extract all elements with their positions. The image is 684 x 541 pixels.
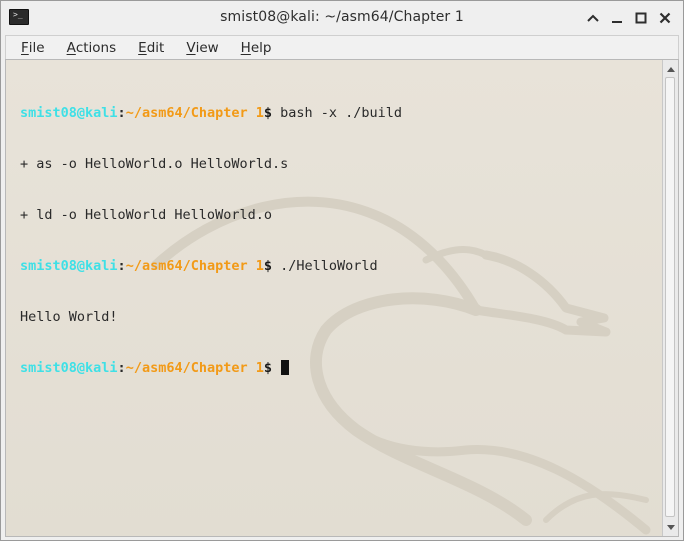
prompt-colon: : <box>117 258 126 274</box>
scroll-down-arrow-icon[interactable] <box>663 520 678 534</box>
text-cursor <box>281 360 290 375</box>
prompt-colon: : <box>117 105 126 121</box>
menu-edit[interactable]: Edit <box>138 40 164 56</box>
prompt-dollar: $ <box>263 258 272 274</box>
terminal-window: >_ smist08@kali: ~/asm64/Chapter 1 File … <box>0 0 684 541</box>
vertical-scrollbar[interactable] <box>662 60 678 536</box>
title-bar[interactable]: >_ smist08@kali: ~/asm64/Chapter 1 <box>1 1 683 35</box>
terminal-line: smist08@kali:~/asm64/Chapter 1$ <box>20 360 660 377</box>
terminal-line: + ld -o HelloWorld HelloWorld.o <box>20 207 272 223</box>
command-text <box>272 360 280 376</box>
prompt-path: ~/asm64/Chapter 1 <box>125 105 264 121</box>
menu-actions[interactable]: Actions <box>67 40 117 56</box>
scroll-up-arrow-icon[interactable] <box>663 62 678 76</box>
window-title: smist08@kali: ~/asm64/Chapter 1 <box>220 9 464 25</box>
menu-view[interactable]: View <box>186 40 218 56</box>
prompt-user-host: smist08@kali <box>20 258 118 274</box>
terminal-line: smist08@kali:~/asm64/Chapter 1$ ./HelloW… <box>20 258 660 275</box>
terminal-line: Hello World! <box>20 309 118 325</box>
menu-bar: File Actions Edit View Help <box>5 35 679 59</box>
terminal-output: smist08@kali:~/asm64/Chapter 1$ bash -x … <box>20 71 660 411</box>
window-controls <box>583 8 675 28</box>
terminal-line: smist08@kali:~/asm64/Chapter 1$ bash -x … <box>20 105 660 122</box>
prompt-user-host: smist08@kali <box>20 360 118 376</box>
scroll-thumb[interactable] <box>665 77 675 517</box>
minimize-icon[interactable] <box>607 8 627 28</box>
prompt-dollar: $ <box>263 105 272 121</box>
terminal-line: + as -o HelloWorld.o HelloWorld.s <box>20 156 289 172</box>
prompt-path: ~/asm64/Chapter 1 <box>125 360 264 376</box>
maximize-icon[interactable] <box>583 8 603 28</box>
terminal-area[interactable]: smist08@kali:~/asm64/Chapter 1$ bash -x … <box>5 59 679 537</box>
command-text: ./HelloWorld <box>272 258 378 274</box>
prompt-path: ~/asm64/Chapter 1 <box>125 258 264 274</box>
menu-file[interactable]: File <box>21 40 45 56</box>
prompt-colon: : <box>117 360 126 376</box>
menu-help[interactable]: Help <box>241 40 272 56</box>
prompt-user-host: smist08@kali <box>20 105 118 121</box>
command-text: bash -x ./build <box>272 105 403 121</box>
prompt-dollar: $ <box>263 360 272 376</box>
close-icon[interactable] <box>655 8 675 28</box>
restore-icon[interactable] <box>631 8 651 28</box>
